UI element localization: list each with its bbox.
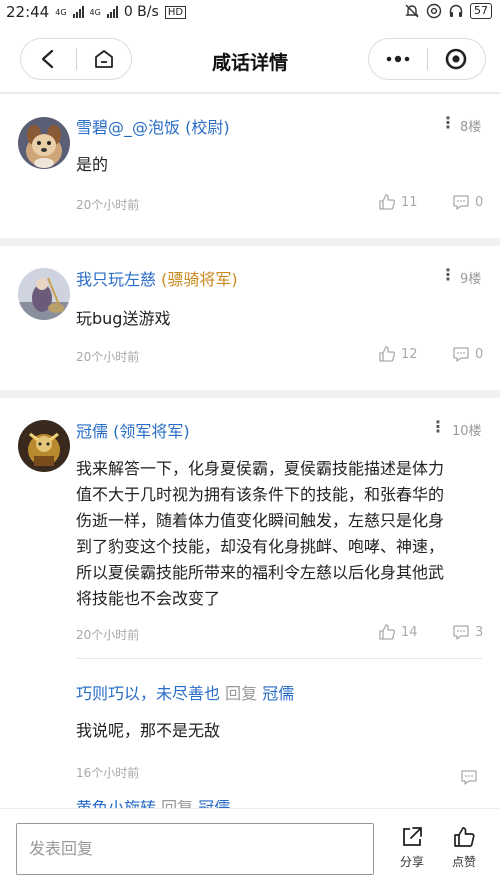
home-button[interactable] (77, 39, 132, 79)
reply-verb: 回复 (225, 684, 258, 703)
back-chevron-icon (42, 49, 54, 69)
floor-number: 9楼 (460, 272, 482, 287)
battery-indicator: 57 (470, 3, 492, 19)
comment-bubble-icon (461, 770, 477, 785)
author-name: 我只玩左慈 (76, 270, 157, 289)
home-icon (94, 50, 113, 68)
reply-header-partial: 黄色小旋转 回复 冠儒 (76, 800, 230, 808)
reply-count-button[interactable]: 0 (452, 193, 483, 211)
floor-number: 10楼 (452, 424, 482, 439)
reply-count-button[interactable]: 3 (452, 623, 483, 641)
share-button[interactable]: 分享 (390, 825, 434, 870)
comment-more-button[interactable]: ⋮ (440, 265, 456, 284)
comment-bubble-icon (453, 195, 469, 210)
headphone-icon (449, 4, 463, 17)
like-count: 14 (401, 624, 418, 640)
nav-right-pill (368, 38, 486, 80)
at-icon (426, 3, 442, 19)
comment-bubble-icon (453, 625, 469, 640)
comment-author[interactable]: 冠儒 (领军将军) (76, 418, 190, 442)
nav-bar: 咸话详情 (0, 26, 500, 94)
avatar[interactable] (18, 420, 70, 472)
comment-time: 20个小时前 (76, 628, 140, 642)
comment-text-line: 伤逝一样，随着体力值变化瞬间触发，左慈只是化身 (76, 511, 445, 530)
section-divider (0, 238, 500, 246)
comment-more-button[interactable]: ⋮ (440, 113, 456, 132)
mute-bell-icon (405, 4, 419, 18)
comment-author[interactable]: 我只玩左慈 (骠骑将军) (76, 266, 238, 290)
reply-comment-button[interactable] (460, 768, 478, 786)
reply-count: 0 (475, 194, 484, 210)
comment-text-line: 值不大于几时视为拥有该条件下的技能，和张春华的 (76, 485, 445, 504)
network-type-2: 4G (89, 7, 101, 17)
back-button[interactable] (21, 39, 76, 79)
reply-time: 16个小时前 (76, 766, 140, 780)
status-left: 22:44 4G 4G 0 B/s HD (6, 3, 187, 21)
reply-input[interactable]: 发表回复 (16, 823, 374, 875)
thumbs-up-icon (379, 346, 396, 362)
thumbs-up-icon (454, 827, 475, 847)
like-button[interactable]: 12 (378, 345, 418, 363)
like-button[interactable]: 11 (378, 193, 418, 211)
author-name: 冠儒 (76, 422, 109, 441)
avatar[interactable] (18, 117, 70, 169)
hd-badge: HD (164, 5, 187, 19)
comment-more-button[interactable]: ⋮ (430, 417, 446, 436)
like-label: 点赞 (451, 855, 476, 869)
reply-text: 我说呢，那不是无敌 (76, 721, 221, 740)
thumbs-up-icon (379, 624, 396, 640)
reply-author: 黄色小旋转 (76, 800, 156, 808)
thumbs-up-icon (379, 194, 396, 210)
reply-count-button[interactable]: 0 (452, 345, 483, 363)
reply-author: 巧则巧以，未尽善也 (76, 684, 221, 703)
reply-header[interactable]: 巧则巧以，未尽善也 回复 冠儒 (76, 680, 294, 704)
signal-icon (72, 6, 84, 18)
nav-left-pill (20, 38, 132, 80)
reply-divider (76, 658, 482, 659)
comment-text: 玩bug送游戏 (76, 309, 171, 328)
more-menu-button[interactable] (369, 39, 427, 79)
reply-target: 冠儒 (262, 684, 295, 703)
section-divider (0, 390, 500, 398)
network-speed: 0 B/s (123, 4, 159, 20)
more-dots-icon (386, 55, 410, 63)
network-type: 4G (55, 7, 67, 17)
floor-number: 8楼 (460, 120, 482, 135)
author-rank: (骠骑将军) (161, 270, 238, 289)
like-post-button[interactable]: 点赞 (442, 825, 486, 870)
share-icon (403, 827, 422, 846)
comment-time: 20个小时前 (76, 198, 140, 212)
comment-author[interactable]: 雪碧@_@泡饭 (校尉) (76, 114, 230, 138)
comment-text: 我来解答一下，化身夏侯霸，夏侯霸技能描述是体力 值不大于几时视为拥有该条件下的技… (76, 456, 496, 612)
comment-text: 是的 (76, 155, 109, 174)
share-label: 分享 (399, 855, 424, 869)
author-name: 雪碧@_@泡饭 (76, 118, 181, 137)
reply-count: 0 (475, 346, 484, 362)
comment-text-line: 所以夏侯霸技能所带来的福利令左慈以后化身其他武 (76, 563, 445, 582)
like-count: 12 (401, 346, 418, 362)
comment-text-line: 我来解答一下，化身夏侯霸，夏侯霸技能描述是体力 (76, 459, 445, 478)
target-icon (445, 48, 467, 70)
status-bar: 22:44 4G 4G 0 B/s HD 57 (0, 0, 500, 26)
avatar[interactable] (18, 268, 70, 320)
like-count: 11 (401, 194, 418, 210)
signal-icon-2 (106, 6, 118, 18)
comment-bubble-icon (453, 347, 469, 362)
status-right: 57 (404, 3, 492, 19)
clock: 22:44 (6, 3, 50, 21)
author-rank: (校尉) (185, 118, 230, 137)
close-miniapp-button[interactable] (428, 39, 486, 79)
author-rank: (领军将军) (113, 422, 190, 441)
reply-count: 3 (475, 624, 484, 640)
reply-verb: 回复 (161, 800, 193, 808)
comment-text-line: 到了豹变这个技能，却没有化身挑衅、咆哮、神速， (76, 537, 445, 556)
bottom-bar: 发表回复 分享 点赞 (0, 808, 500, 888)
comment-text-line: 将技能也不会改变了 (76, 589, 221, 608)
reply-target: 冠儒 (198, 800, 230, 808)
like-button[interactable]: 14 (378, 623, 418, 641)
comment-time: 20个小时前 (76, 350, 140, 364)
